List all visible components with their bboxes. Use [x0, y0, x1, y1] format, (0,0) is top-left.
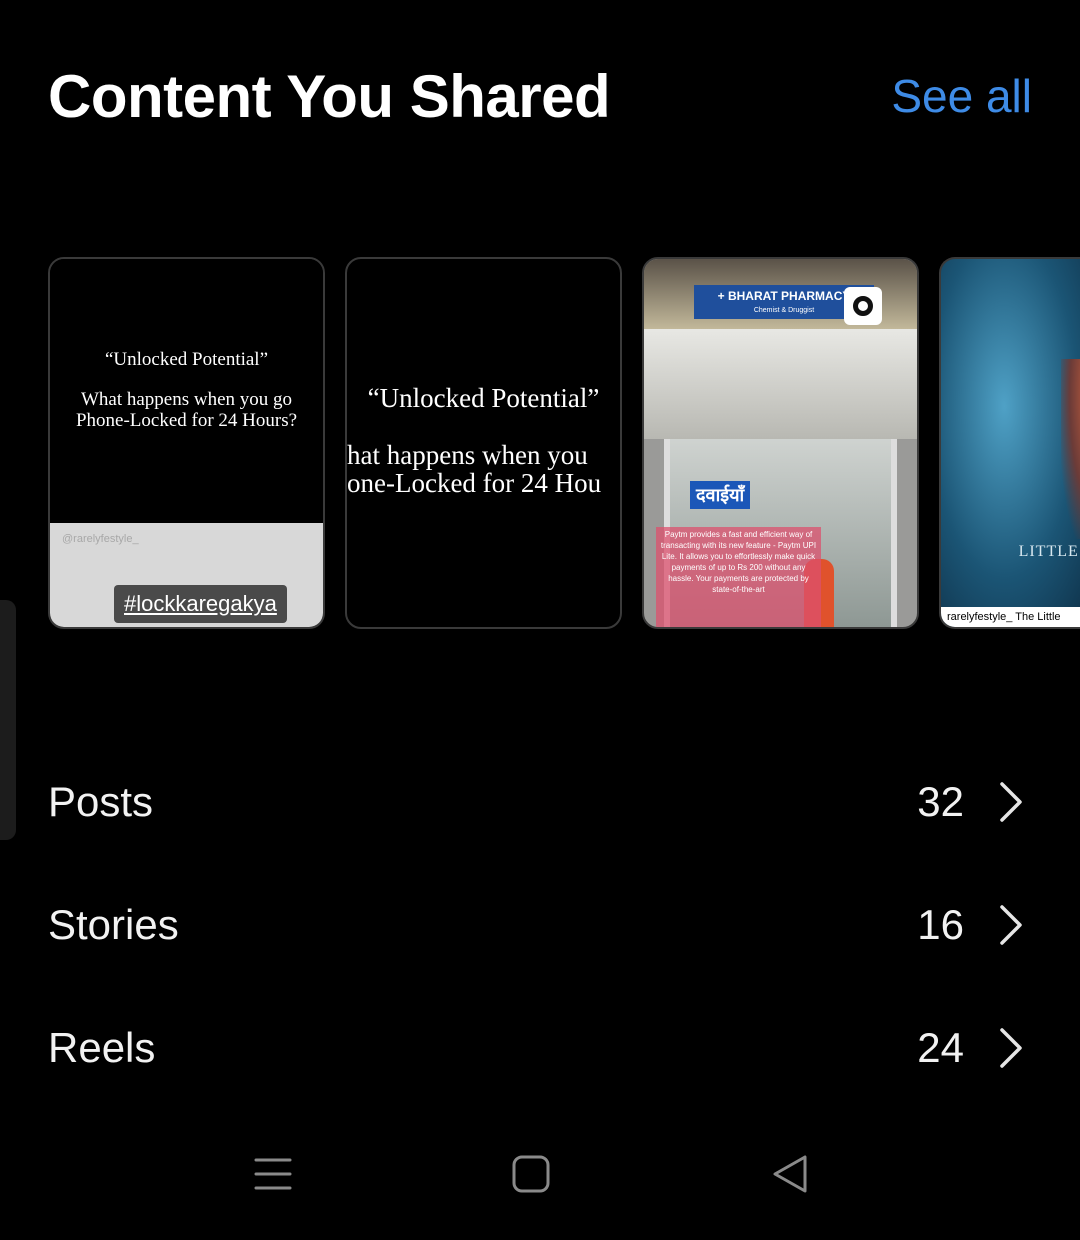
home-button[interactable] [506, 1152, 556, 1196]
see-all-link[interactable]: See all [891, 69, 1032, 123]
row-count: 24 [917, 1024, 964, 1071]
back-triangle-icon [773, 1155, 807, 1193]
thumbnail-body-line: hat happens when you [347, 440, 588, 470]
shop-sign-text: + BHARAT PHARMACY [717, 289, 851, 303]
chevron-right-icon [1000, 782, 1022, 822]
poster-figure [1061, 359, 1080, 539]
row-label: Posts [48, 778, 154, 825]
thumbnail-footer: @rarelyfestyle_ #lockkaregakya [50, 523, 323, 627]
poster-logo: LITTLE M [1018, 543, 1080, 560]
photo-ceiling [644, 329, 917, 439]
hashtag-sticker: #lockkaregakya [114, 585, 287, 623]
row-count: 32 [917, 778, 964, 825]
shared-item-thumbnail[interactable]: “Unlocked Potential” What happens when y… [48, 257, 325, 629]
edge-panel-handle[interactable] [0, 600, 16, 840]
thumbnail-caption: rarelyfestyle_ The Little [941, 607, 1080, 627]
row-label: Stories [48, 901, 179, 948]
thumbnail-body-line: one-Locked for 24 Hou [347, 468, 602, 498]
thumbnail-body-line: Phone-Locked for 24 Hours? [75, 410, 298, 431]
thumbnail-title: “Unlocked Potential” [104, 349, 269, 370]
camera-icon [844, 287, 882, 325]
thumbnail-body: What happens when you go Phone-Locked fo… [54, 389, 319, 431]
row-reels[interactable]: Reels 24 [48, 1013, 1024, 1083]
shared-item-thumbnail[interactable]: “Unlocked Potential” hat happens when yo… [345, 257, 622, 629]
menu-icon [254, 1158, 292, 1190]
thumbnail-body-line: What happens when you go [80, 389, 293, 410]
thumbnail-title: “Unlocked Potential” [367, 383, 600, 413]
chevron-right-icon [1000, 1028, 1022, 1068]
hindi-sign: दवाईयाँ [690, 481, 751, 509]
row-label: Reels [48, 1024, 156, 1071]
shared-item-thumbnail[interactable]: + BHARAT PHARMACY Chemist & Druggist दवा… [642, 257, 919, 629]
caption-overlay: Paytm provides a fast and efficient way … [656, 527, 821, 627]
home-square-icon [512, 1155, 550, 1193]
section-header: Content You Shared See all [48, 56, 1032, 136]
thumbnail-text-panel: “Unlocked Potential” What happens when y… [50, 259, 323, 527]
page-title: Content You Shared [48, 62, 611, 130]
row-stories[interactable]: Stories 16 [48, 890, 1024, 960]
recents-button[interactable] [248, 1152, 298, 1196]
chevron-right-icon [1000, 905, 1022, 945]
back-button[interactable] [764, 1152, 814, 1196]
row-posts[interactable]: Posts 32 [48, 767, 1024, 837]
thumbnail-body: hat happens when you one-Locked for 24 H… [347, 440, 602, 498]
row-count: 16 [917, 901, 964, 948]
thumbnail-handle: @rarelyfestyle_ [62, 533, 139, 545]
shared-item-thumbnail[interactable]: LITTLE M rarelyfestyle_ The Little [939, 257, 1080, 629]
system-navigation-bar [0, 1140, 1080, 1210]
shared-content-carousel[interactable]: “Unlocked Potential” What happens when y… [48, 257, 1080, 631]
